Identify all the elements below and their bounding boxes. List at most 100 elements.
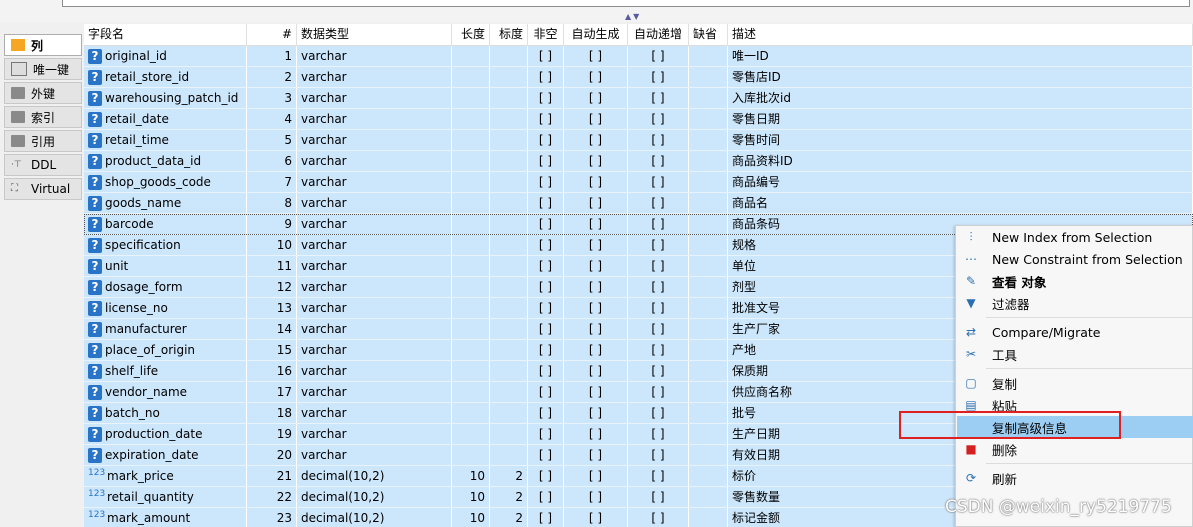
cell-idx[interactable]: 23	[247, 508, 297, 527]
cell-desc[interactable]: 零售店ID	[728, 67, 1193, 87]
cell-inc[interactable]: [ ]	[628, 487, 689, 507]
cell-type[interactable]: decimal(10,2)	[297, 466, 452, 486]
side-tab-0[interactable]: 列	[4, 34, 82, 56]
cell-len[interactable]	[452, 277, 490, 297]
cell-scale[interactable]	[490, 298, 528, 318]
cell-field-name[interactable]: 123 mark_price	[84, 466, 247, 486]
cell-idx[interactable]: 17	[247, 382, 297, 402]
cell-auto[interactable]: [ ]	[564, 67, 628, 87]
cell-type[interactable]: varchar	[297, 424, 452, 444]
cell-nn[interactable]: [ ]	[528, 172, 564, 192]
cell-inc[interactable]: [ ]	[628, 466, 689, 486]
column-header-9[interactable]: 描述	[728, 24, 1193, 45]
cell-scale[interactable]	[490, 319, 528, 339]
cell-field-name[interactable]: ? production_date	[84, 424, 247, 444]
cell-field-name[interactable]: ? specification	[84, 235, 247, 255]
cell-idx[interactable]: 8	[247, 193, 297, 213]
cell-miss[interactable]	[689, 445, 728, 465]
cell-field-name[interactable]: ? place_of_origin	[84, 340, 247, 360]
cell-type[interactable]: decimal(10,2)	[297, 508, 452, 527]
cell-miss[interactable]	[689, 46, 728, 66]
cell-scale[interactable]	[490, 109, 528, 129]
cell-idx[interactable]: 3	[247, 88, 297, 108]
cell-desc[interactable]: 商品编号	[728, 172, 1193, 192]
column-header-8[interactable]: 缺省	[689, 24, 728, 45]
cell-field-name[interactable]: 123 mark_amount	[84, 508, 247, 527]
table-row[interactable]: ? product_data_id 6 varchar[ ][ ][ ] 商品资料ID	[84, 151, 1193, 172]
cell-idx[interactable]: 12	[247, 277, 297, 297]
menu-item-3[interactable]: ▼ 过滤器	[957, 292, 1193, 314]
menu-item-2[interactable]: ✎ 查看 对象	[957, 270, 1193, 292]
cell-idx[interactable]: 7	[247, 172, 297, 192]
cell-inc[interactable]: [ ]	[628, 67, 689, 87]
cell-nn[interactable]: [ ]	[528, 109, 564, 129]
cell-auto[interactable]: [ ]	[564, 277, 628, 297]
cell-type[interactable]: varchar	[297, 193, 452, 213]
cell-auto[interactable]: [ ]	[564, 340, 628, 360]
cell-miss[interactable]	[689, 508, 728, 527]
cell-type[interactable]: varchar	[297, 361, 452, 381]
menu-item-1[interactable]: ⋯ New Constraint from Selection	[957, 248, 1193, 270]
cell-nn[interactable]: [ ]	[528, 361, 564, 381]
cell-miss[interactable]	[689, 88, 728, 108]
cell-field-name[interactable]: ? retail_date	[84, 109, 247, 129]
cell-miss[interactable]	[689, 277, 728, 297]
cell-idx[interactable]: 9	[247, 214, 297, 234]
cell-nn[interactable]: [ ]	[528, 445, 564, 465]
side-tab-5[interactable]: ·⊤ DDL	[4, 154, 82, 176]
cell-len[interactable]	[452, 46, 490, 66]
cell-miss[interactable]	[689, 172, 728, 192]
cell-nn[interactable]: [ ]	[528, 319, 564, 339]
cell-miss[interactable]	[689, 403, 728, 423]
cell-inc[interactable]: [ ]	[628, 46, 689, 66]
cell-inc[interactable]: [ ]	[628, 235, 689, 255]
table-row[interactable]: ? warehousing_patch_id 3 varchar[ ][ ][ ] 入库…	[84, 88, 1193, 109]
cell-scale[interactable]	[490, 277, 528, 297]
cell-inc[interactable]: [ ]	[628, 361, 689, 381]
cell-miss[interactable]	[689, 487, 728, 507]
cell-idx[interactable]: 6	[247, 151, 297, 171]
cell-auto[interactable]: [ ]	[564, 256, 628, 276]
cell-idx[interactable]: 11	[247, 256, 297, 276]
column-header-1[interactable]: #	[247, 24, 297, 45]
cell-type[interactable]: varchar	[297, 277, 452, 297]
cell-len[interactable]: 10	[452, 466, 490, 486]
cell-scale[interactable]	[490, 445, 528, 465]
column-header-0[interactable]: 字段名	[84, 24, 247, 45]
cell-nn[interactable]: [ ]	[528, 235, 564, 255]
cell-nn[interactable]: [ ]	[528, 403, 564, 423]
cell-inc[interactable]: [ ]	[628, 109, 689, 129]
cell-len[interactable]	[452, 88, 490, 108]
cell-miss[interactable]	[689, 298, 728, 318]
menu-item-0[interactable]: ⫶ New Index from Selection	[957, 226, 1193, 248]
cell-field-name[interactable]: ? retail_time	[84, 130, 247, 150]
cell-field-name[interactable]: ? retail_store_id	[84, 67, 247, 87]
cell-field-name[interactable]: ? product_data_id	[84, 151, 247, 171]
cell-scale[interactable]	[490, 403, 528, 423]
cell-auto[interactable]: [ ]	[564, 130, 628, 150]
cell-scale[interactable]: 2	[490, 466, 528, 486]
cell-type[interactable]: varchar	[297, 340, 452, 360]
cell-type[interactable]: decimal(10,2)	[297, 487, 452, 507]
cell-auto[interactable]: [ ]	[564, 88, 628, 108]
column-header-6[interactable]: 自动生成	[564, 24, 628, 45]
cell-type[interactable]: varchar	[297, 67, 452, 87]
cell-field-name[interactable]: ? goods_name	[84, 193, 247, 213]
cell-idx[interactable]: 4	[247, 109, 297, 129]
cell-miss[interactable]	[689, 361, 728, 381]
cell-len[interactable]: 10	[452, 487, 490, 507]
menu-item-9[interactable]: ■ 删除	[957, 438, 1193, 460]
cell-inc[interactable]: [ ]	[628, 256, 689, 276]
cell-inc[interactable]: [ ]	[628, 88, 689, 108]
cell-desc[interactable]: 商品资料ID	[728, 151, 1193, 171]
cell-idx[interactable]: 13	[247, 298, 297, 318]
cell-nn[interactable]: [ ]	[528, 130, 564, 150]
cell-idx[interactable]: 14	[247, 319, 297, 339]
cell-auto[interactable]: [ ]	[564, 193, 628, 213]
cell-idx[interactable]: 18	[247, 403, 297, 423]
cell-len[interactable]	[452, 403, 490, 423]
cell-auto[interactable]: [ ]	[564, 214, 628, 234]
menu-item-10[interactable]: ⟳ 刷新	[957, 467, 1193, 489]
cell-nn[interactable]: [ ]	[528, 46, 564, 66]
cell-miss[interactable]	[689, 235, 728, 255]
